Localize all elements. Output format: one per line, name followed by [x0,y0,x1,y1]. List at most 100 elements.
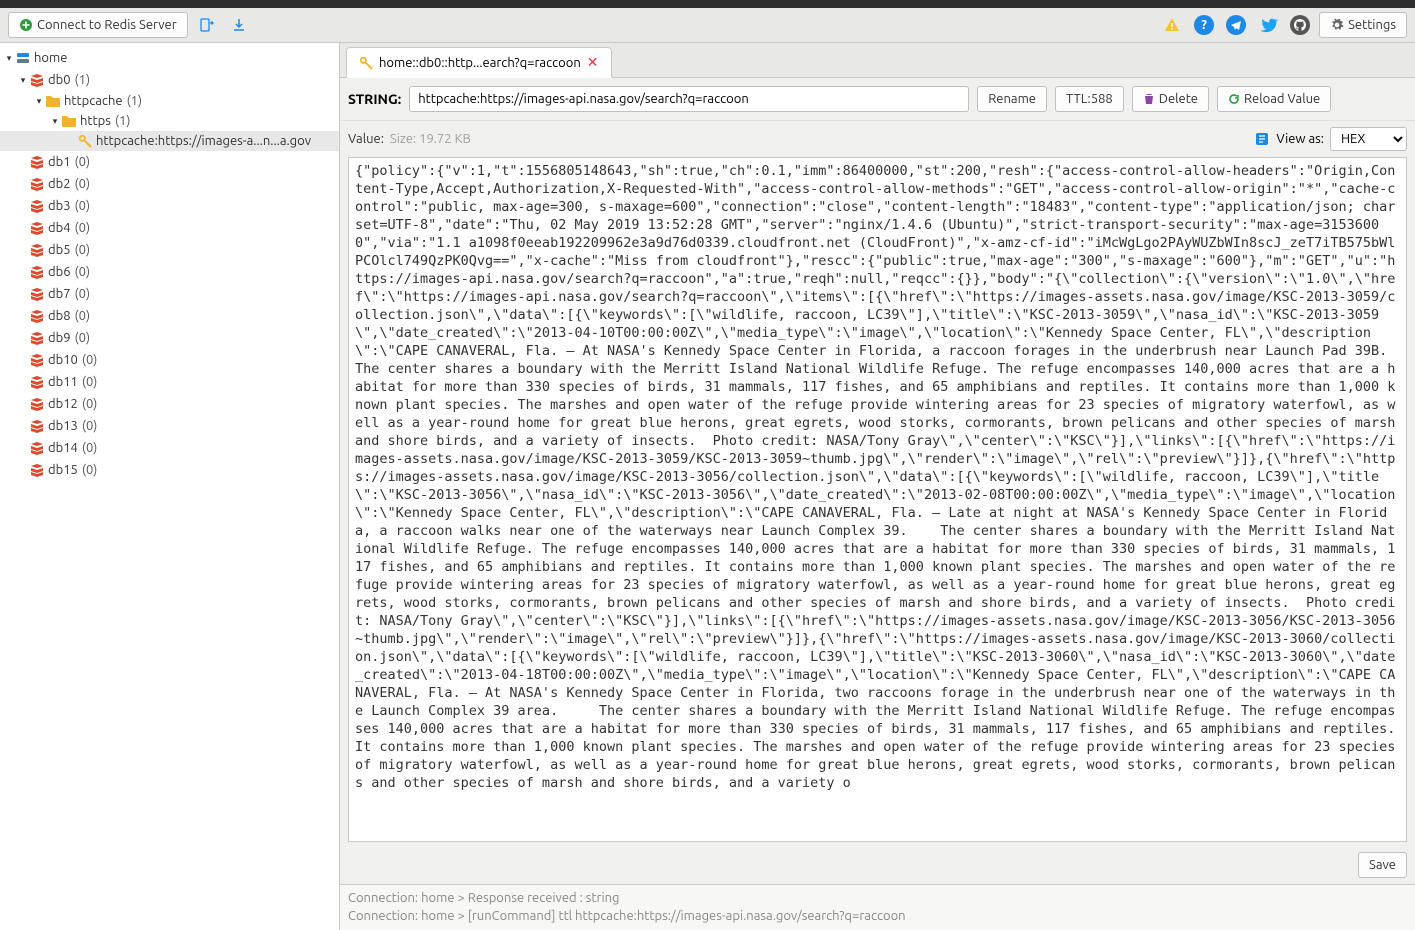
format-icon[interactable] [1254,131,1270,147]
key-name-input[interactable] [409,86,969,112]
database-icon [28,374,46,390]
view-as-label: View as: [1276,132,1324,146]
database-icon [28,154,46,170]
trash-icon [1143,93,1155,105]
log-line: Connection: home > [runCommand] ttl http… [348,907,1407,925]
chevron-down-icon: ▾ [34,96,44,107]
tree-connection-home[interactable]: ▾ home [0,47,339,69]
value-tab[interactable]: home::db0::http...earch?q=raccoon ✕ [346,47,612,78]
key-icon [359,56,373,70]
connect-label: Connect to Redis Server [37,18,177,32]
tree-label: db4 [48,221,71,235]
database-icon [28,220,46,236]
delete-button[interactable]: Delete [1132,86,1209,112]
window-menubar-strip [0,0,1415,8]
tree-label: home [34,51,67,65]
tree-label: db2 [48,177,71,191]
tree-db[interactable]: db10(0) [0,349,339,371]
tab-title: home::db0::http...earch?q=raccoon [379,56,581,70]
tree-db[interactable]: db3(0) [0,195,339,217]
database-icon [28,418,46,434]
telegram-icon[interactable] [1223,12,1249,38]
tree-db[interactable]: db2(0) [0,173,339,195]
main-area: ▾ home ▾ db0 (1) ▾ httpcache (1) ▾ [0,43,1415,930]
tree-folder-httpcache[interactable]: ▾ httpcache (1) [0,91,339,111]
tree-label: db11 [48,375,78,389]
tree-count: (1) [127,94,143,108]
tab-bar: home::db0::http...earch?q=raccoon ✕ [340,43,1415,78]
tree-count: (0) [75,309,91,323]
twitter-icon[interactable] [1255,12,1281,38]
help-icon[interactable]: ? [1191,12,1217,38]
tree-label: db15 [48,463,78,477]
github-icon[interactable] [1287,12,1313,38]
tree-label: db10 [48,353,78,367]
database-icon [28,72,46,88]
tree-count: (0) [82,375,98,389]
tree-label: httpcache [64,94,123,108]
tree-label: db1 [48,155,71,169]
log-panel: Connection: home > Response received : s… [340,884,1415,930]
tree-db[interactable]: db1(0) [0,151,339,173]
reload-button[interactable]: Reload Value [1217,86,1331,112]
view-as-select[interactable]: HEX [1330,127,1407,151]
tree-db0[interactable]: ▾ db0 (1) [0,69,339,91]
database-icon [28,462,46,478]
database-icon [28,308,46,324]
tree-label: db0 [48,73,71,87]
tree-folder-https[interactable]: ▾ https (1) [0,111,339,131]
database-icon [28,198,46,214]
tree-count: (0) [75,265,91,279]
tree-label: db9 [48,331,71,345]
tree-count: (0) [75,199,91,213]
log-line: Connection: home > Response received : s… [348,889,1407,907]
tree-db[interactable]: db6 (0) [0,261,339,283]
settings-button[interactable]: Settings [1319,12,1407,38]
database-icon [28,264,46,280]
tree-db[interactable]: db7 (0) [0,283,339,305]
tree-count: (0) [82,397,98,411]
chevron-down-icon: ▾ [4,53,14,64]
key-icon [76,134,94,148]
close-icon[interactable]: ✕ [587,54,599,71]
value-size-label: Size: 19.72 KB [390,132,471,146]
tree-count: (1) [115,114,131,128]
tree-label: db7 [48,287,71,301]
tree-db[interactable]: db4(0) [0,217,339,239]
database-icon [28,176,46,192]
tree-db[interactable]: db14(0) [0,437,339,459]
rename-button[interactable]: Rename [977,86,1047,112]
database-icon [28,396,46,412]
database-icon [28,330,46,346]
main-toolbar: Connect to Redis Server ? Settings [0,8,1415,43]
warning-icon[interactable] [1159,12,1185,38]
tree-label: db5 [48,243,71,257]
plus-circle-icon [19,18,33,32]
database-icon [28,352,46,368]
connect-to-server-button[interactable]: Connect to Redis Server [8,12,188,38]
ttl-button[interactable]: TTL:588 [1055,86,1124,112]
value-label: Value: [348,132,384,146]
tree-db[interactable]: db13(0) [0,415,339,437]
tree-db[interactable]: db15(0) [0,459,339,481]
value-header: Value: Size: 19.72 KB View as: HEX [340,121,1415,157]
tree-db[interactable]: db5(0) [0,239,339,261]
tree-db[interactable]: db8(0) [0,305,339,327]
value-editor[interactable]: {"policy":{"v":1,"t":1556805148643,"sh":… [348,157,1407,842]
import-icon[interactable] [194,12,220,38]
connection-tree[interactable]: ▾ home ▾ db0 (1) ▾ httpcache (1) ▾ [0,43,340,930]
server-icon [14,50,32,66]
tree-db[interactable]: db11 (0) [0,371,339,393]
chevron-down-icon: ▾ [18,75,28,86]
tree-label: db12 [48,397,78,411]
tree-db[interactable]: db12 (0) [0,393,339,415]
tree-key-selected[interactable]: httpcache:https://images-a...n...a.gov [0,131,339,151]
key-type-label: STRING: [348,91,401,107]
tree-db[interactable]: db9(0) [0,327,339,349]
download-icon[interactable] [226,12,252,38]
save-button[interactable]: Save [1358,852,1407,878]
folder-icon [60,114,78,128]
tree-label: db6 [48,265,71,279]
tree-label: db14 [48,441,78,455]
tree-count: (0) [75,287,91,301]
